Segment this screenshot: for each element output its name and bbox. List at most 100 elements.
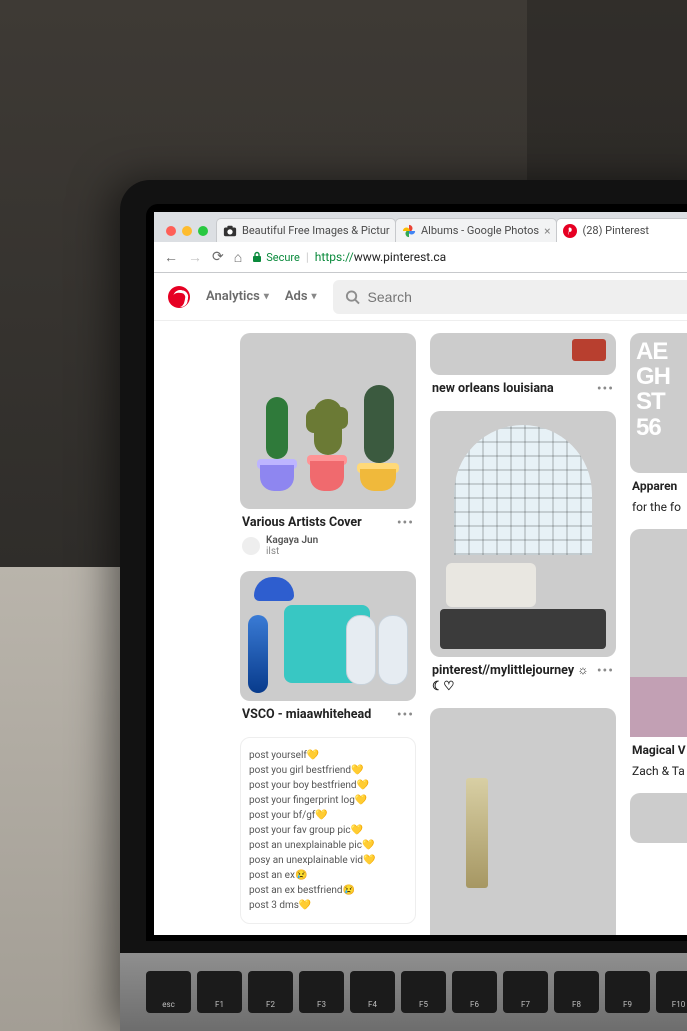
- textpost-line: post an unexplainable pic💛: [249, 838, 407, 853]
- tab-title: Beautiful Free Images & Pictur: [242, 224, 390, 237]
- browser-chrome: Beautiful Free Images & Pictur × Albums …: [154, 212, 687, 273]
- key: F9: [605, 971, 650, 1013]
- textpost-line: post your fingerprint log💛: [249, 793, 407, 808]
- feed-column: Various Artists Cover ••• Kagaya Jun ils…: [240, 333, 416, 935]
- google-photos-icon: [402, 224, 416, 238]
- pin-card[interactable]: VSCO - miaawhitehead •••: [240, 571, 416, 723]
- pinterest-header: Analytics ▾ Ads ▾: [154, 273, 687, 321]
- search-icon: [345, 289, 360, 305]
- pin-title: new orleans louisiana: [432, 381, 554, 397]
- tab-title: (28) Pinterest: [582, 224, 649, 237]
- nav-analytics[interactable]: Analytics ▾: [206, 289, 269, 304]
- avatar: [242, 537, 260, 555]
- pin-image[interactable]: post yourself💛 post you girl bestfriend💛…: [240, 737, 416, 924]
- textpost-line: post yourself💛: [249, 748, 407, 763]
- textpost-line: post 3 dms💛: [249, 898, 407, 913]
- url-scheme: https://: [315, 250, 354, 264]
- secure-badge: Secure: [252, 251, 300, 264]
- author-subtitle: ilst: [266, 546, 318, 557]
- pin-card[interactable]: new orleans louisiana •••: [430, 333, 616, 397]
- textpost-line: post an ex😢: [249, 868, 407, 883]
- pin-image[interactable]: AE GH ST 56: [630, 333, 687, 473]
- pin-image[interactable]: [240, 333, 416, 509]
- tab-google-photos[interactable]: Albums - Google Photos ×: [395, 218, 557, 242]
- maximize-window-icon[interactable]: [198, 226, 208, 236]
- pin-title: VSCO - miaawhitehead: [242, 707, 371, 723]
- more-icon[interactable]: •••: [397, 707, 414, 723]
- pin-card[interactable]: Magical V Zach & Ta: [630, 529, 687, 779]
- key: F3: [299, 971, 344, 1013]
- textpost-line: post your fav group pic💛: [249, 823, 407, 838]
- key: esc: [146, 971, 191, 1013]
- pin-card[interactable]: Various Artists Cover ••• Kagaya Jun ils…: [240, 333, 416, 557]
- more-icon[interactable]: •••: [597, 663, 614, 679]
- tab-unsplash[interactable]: Beautiful Free Images & Pictur ×: [216, 218, 396, 242]
- screen: Beautiful Free Images & Pictur × Albums …: [154, 212, 687, 935]
- address-bar[interactable]: Secure | https://www.pinterest.ca: [252, 250, 687, 264]
- pin-title: Magical V: [630, 737, 687, 758]
- key: F1: [197, 971, 242, 1013]
- feed-column: AE GH ST 56 Apparen for the fo Magical V…: [630, 333, 687, 935]
- pin-image[interactable]: [630, 793, 687, 843]
- pin-subtitle: Zach & Ta: [630, 758, 687, 779]
- close-window-icon[interactable]: [166, 226, 176, 236]
- textpost-line: post your boy bestfriend💛: [249, 778, 407, 793]
- minimize-window-icon[interactable]: [182, 226, 192, 236]
- pin-image[interactable]: [430, 333, 616, 375]
- pin-feed[interactable]: Various Artists Cover ••• Kagaya Jun ils…: [154, 321, 687, 935]
- forward-button[interactable]: →: [188, 249, 202, 266]
- pinterest-icon: [563, 224, 577, 238]
- key: F4: [350, 971, 395, 1013]
- pin-card[interactable]: [630, 793, 687, 843]
- chevron-down-icon: ▾: [264, 291, 269, 302]
- pin-byline[interactable]: Kagaya Jun ilst: [240, 531, 416, 557]
- pin-subtitle: for the fo: [630, 494, 687, 515]
- pin-title: pinterest//mylittlejourney ☼ ☾♡: [432, 663, 591, 694]
- textpost-line: post you girl bestfriend💛: [249, 763, 407, 778]
- textpost-line: post an ex bestfriend😢: [249, 883, 407, 898]
- textpost-line: posy an unexplainable vid💛: [249, 853, 407, 868]
- key: F10: [656, 971, 687, 1013]
- key: F5: [401, 971, 446, 1013]
- pin-title: Apparen: [630, 473, 687, 494]
- pin-card[interactable]: AE GH ST 56 Apparen for the fo: [630, 333, 687, 515]
- reload-button[interactable]: ⟳: [212, 249, 224, 265]
- window-controls[interactable]: [162, 226, 216, 242]
- feed-column: new orleans louisiana ••• pinterest//myl…: [430, 333, 616, 935]
- browser-toolbar: ← → ⟳ ⌂ Secure | https://www.pinterest.c…: [154, 242, 687, 272]
- search-input[interactable]: [333, 280, 687, 314]
- secure-label: Secure: [266, 251, 300, 264]
- url-host: www.pinterest.ca: [354, 250, 446, 264]
- tab-pinterest[interactable]: (28) Pinterest ×: [556, 218, 687, 242]
- tab-title: Albums - Google Photos: [421, 224, 539, 237]
- pin-title: Various Artists Cover: [242, 515, 362, 531]
- key: F6: [452, 971, 497, 1013]
- back-button[interactable]: ←: [164, 249, 178, 266]
- pinterest-logo-icon[interactable]: [168, 286, 190, 308]
- pin-card[interactable]: [430, 708, 616, 935]
- nav-ads[interactable]: Ads ▾: [285, 289, 317, 304]
- textpost-line: post your bf/gf💛: [249, 808, 407, 823]
- more-icon[interactable]: •••: [397, 515, 414, 531]
- nav-label: Ads: [285, 289, 308, 304]
- keyboard: esc F1 F2 F3 F4 F5 F6 F7 F8 F9 F10: [120, 953, 687, 1031]
- lock-icon: [252, 251, 262, 263]
- key: F8: [554, 971, 599, 1013]
- home-button[interactable]: ⌂: [234, 249, 242, 266]
- camera-icon: [223, 224, 237, 238]
- key: F7: [503, 971, 548, 1013]
- more-icon[interactable]: •••: [597, 381, 614, 397]
- pin-image[interactable]: [430, 411, 616, 657]
- pin-card[interactable]: pinterest//mylittlejourney ☼ ☾♡ •••: [430, 411, 616, 694]
- search-field[interactable]: [368, 289, 687, 305]
- nav-label: Analytics: [206, 289, 260, 304]
- close-tab-icon[interactable]: ×: [544, 224, 550, 238]
- pin-image[interactable]: [430, 708, 616, 935]
- pin-card[interactable]: post yourself💛 post you girl bestfriend💛…: [240, 737, 416, 924]
- tab-strip: Beautiful Free Images & Pictur × Albums …: [154, 212, 687, 242]
- pin-image[interactable]: [630, 529, 687, 737]
- laptop: Beautiful Free Images & Pictur × Albums …: [120, 180, 687, 1031]
- key: F2: [248, 971, 293, 1013]
- pin-image[interactable]: [240, 571, 416, 701]
- chevron-down-icon: ▾: [312, 291, 317, 302]
